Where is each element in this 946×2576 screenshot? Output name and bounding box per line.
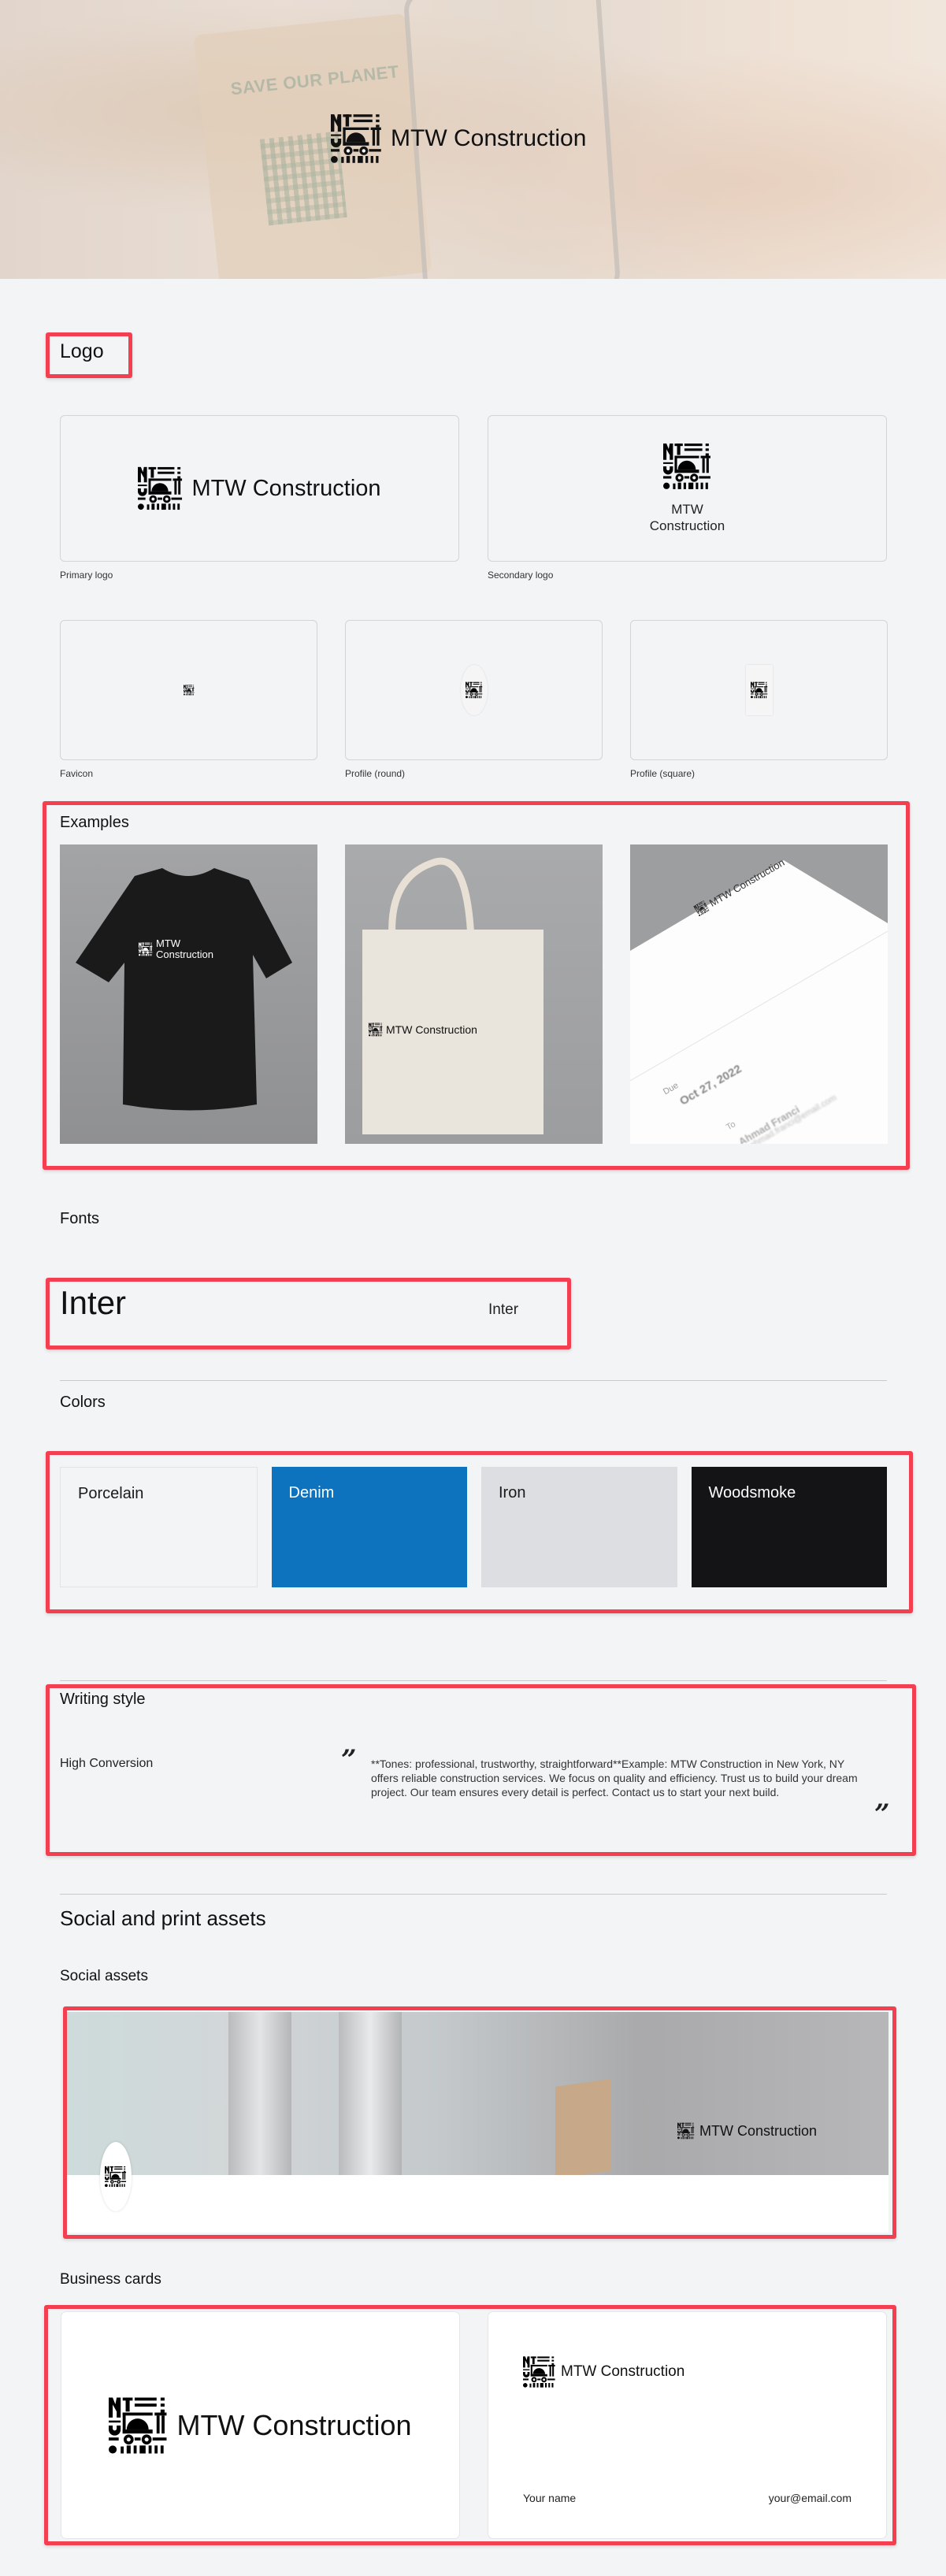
profile-round-card[interactable] xyxy=(345,620,603,760)
brand-logo-icon xyxy=(139,937,153,961)
writing-style-title: Writing style xyxy=(60,1691,146,1708)
business-card-front[interactable]: MTW Construction xyxy=(61,2312,459,2538)
profile-square-avatar xyxy=(745,665,773,715)
section-divider xyxy=(60,1894,887,1895)
section-divider xyxy=(60,1680,887,1681)
tshirt-shape xyxy=(76,868,292,1111)
fonts-title: Fonts xyxy=(60,1210,100,1227)
open-quote-icon: ” xyxy=(341,1744,357,1776)
tshirt-print-line1: MTW xyxy=(156,937,181,949)
example-tote-bag: MTW Construction xyxy=(345,844,603,1144)
writing-style-name: High Conversion xyxy=(60,1757,154,1770)
profile-round-caption: Profile (round) xyxy=(345,768,406,779)
hero-banner: SAVE OUR PLANET MTW Construction xyxy=(0,0,946,279)
social-cover-image: MTW Construction xyxy=(67,2012,888,2175)
color-swatch[interactable]: Denim xyxy=(271,1467,467,1587)
primary-logo-caption: Primary logo xyxy=(60,570,113,581)
primary-logo-card[interactable]: MTW Construction xyxy=(60,415,459,562)
color-swatch[interactable]: Woodsmoke xyxy=(691,1467,887,1587)
brand-logo-icon xyxy=(109,2396,169,2455)
brand-logo-icon xyxy=(331,113,383,165)
social-assets-title: Social assets xyxy=(60,1968,148,1984)
examples-title: Examples xyxy=(60,814,129,831)
social-profile-avatar xyxy=(100,2142,132,2211)
secondary-logo-card[interactable]: MTW Construction xyxy=(488,415,887,562)
favicon-caption: Favicon xyxy=(60,768,94,779)
primary-logo-text: MTW Construction xyxy=(191,475,381,501)
swatch-name: Iron xyxy=(499,1484,526,1501)
assets-title: Social and print assets xyxy=(60,1906,266,1930)
business-cards-title: Business cards xyxy=(60,2271,161,2288)
business-card-back-text: MTW Construction xyxy=(561,2363,685,2380)
color-swatches: Porcelain Denim Iron Woodsmoke xyxy=(60,1467,887,1587)
brand-logo-icon xyxy=(750,676,768,704)
invoice-paper xyxy=(630,860,888,1144)
profile-square-caption: Profile (square) xyxy=(630,768,696,779)
colors-title: Colors xyxy=(60,1394,106,1411)
brand-logo-icon xyxy=(465,676,483,704)
cover-bottle xyxy=(228,2012,291,2175)
brand-logo-icon xyxy=(105,2155,127,2199)
profile-round-avatar xyxy=(460,665,488,715)
hero-brand-name: MTW Construction xyxy=(391,125,587,151)
business-card-back[interactable]: MTW Construction Your name your@email.co… xyxy=(488,2312,886,2538)
secondary-logo-line1: MTW xyxy=(671,502,703,517)
tote-shape xyxy=(362,857,543,1134)
swatch-name: Woodsmoke xyxy=(708,1484,796,1501)
social-cover-brand-text: MTW Construction xyxy=(699,2122,818,2139)
brand-logo-icon xyxy=(369,1018,383,1041)
swatch-name: Porcelain xyxy=(78,1485,144,1502)
tshirt-print-line2: Construction xyxy=(156,948,213,960)
close-quote-icon: ” xyxy=(874,1798,890,1830)
hero-brand: MTW Construction xyxy=(331,110,586,167)
color-swatch[interactable]: Porcelain xyxy=(60,1467,258,1587)
favicon-card[interactable] xyxy=(60,620,317,760)
logo-section-title: Logo xyxy=(60,340,104,362)
secondary-logo-caption: Secondary logo xyxy=(488,570,554,581)
brand-logo-icon xyxy=(523,2355,556,2389)
example-tshirt: MTW Construction xyxy=(60,844,317,1144)
writing-style-quote: **Tones: professional, trustworthy, stra… xyxy=(371,1758,858,1798)
tshirt-print: MTW Construction xyxy=(139,937,213,961)
profile-square-card[interactable] xyxy=(630,620,888,760)
tote-print: MTW Construction xyxy=(369,1018,477,1041)
brand-logo-icon xyxy=(677,2114,695,2147)
cover-soap xyxy=(555,2079,610,2175)
section-divider xyxy=(60,1380,887,1381)
business-card-back-brand: MTW Construction xyxy=(523,2355,684,2389)
social-cover-preview: MTW Construction xyxy=(67,2012,888,2233)
brand-logo-icon xyxy=(138,466,184,511)
social-cover-brand: MTW Construction xyxy=(677,2114,817,2147)
business-card-front-text: MTW Construction xyxy=(176,2408,412,2441)
favicon-logo-icon xyxy=(183,685,195,696)
secondary-logo-line2: Construction xyxy=(649,518,725,533)
brand-logo-icon xyxy=(662,442,712,491)
swatch-name: Denim xyxy=(288,1484,335,1501)
cover-bottle xyxy=(339,2012,402,2175)
example-invoice: MTW Construction Due Oct 27, 2022 To Ahm… xyxy=(630,844,888,1144)
color-swatch[interactable]: Iron xyxy=(481,1467,677,1587)
tote-print-text: MTW Construction xyxy=(386,1023,477,1036)
business-card-email: your@email.com xyxy=(768,2492,851,2504)
business-card-name: Your name xyxy=(523,2492,577,2504)
font-name: Inter xyxy=(488,1301,519,1318)
font-sample-large: Inter xyxy=(60,1284,127,1321)
